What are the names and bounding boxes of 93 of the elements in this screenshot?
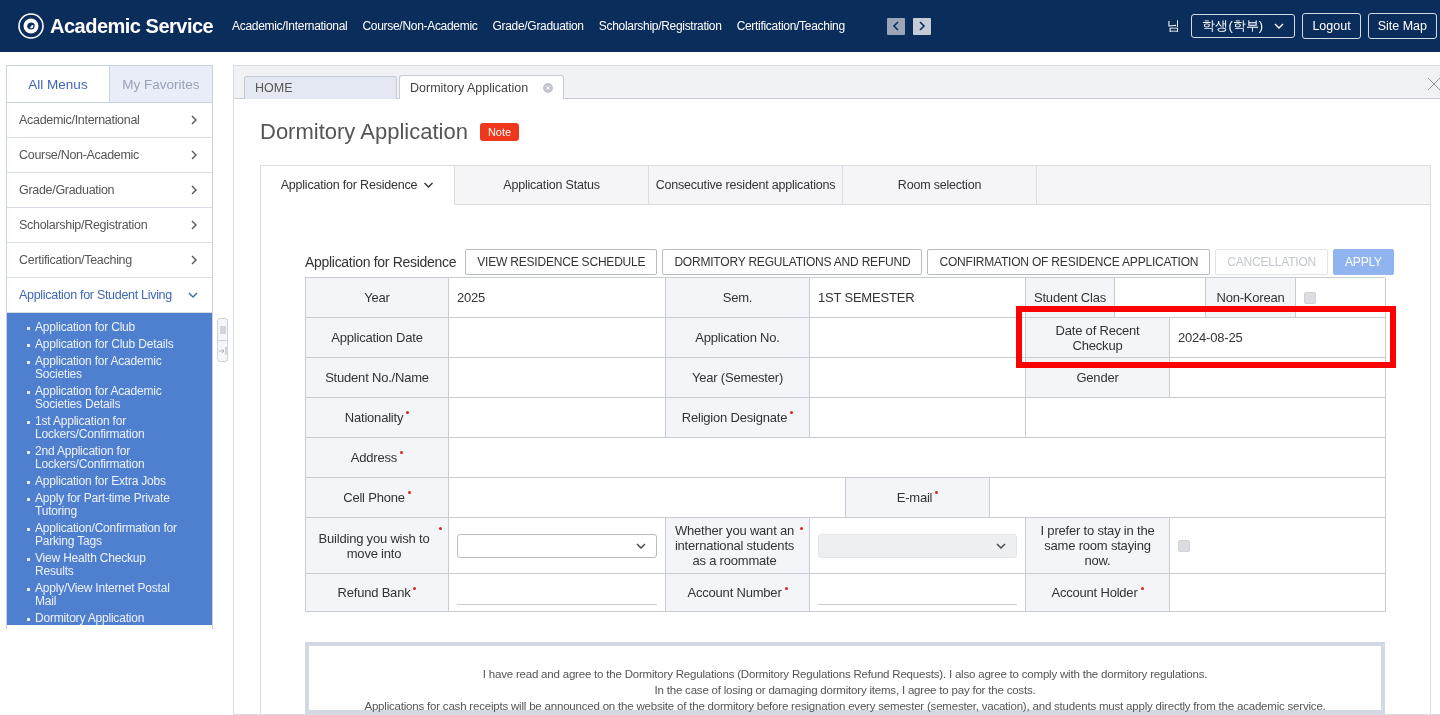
- bullet-icon: [27, 618, 30, 621]
- bullet-icon: [27, 361, 30, 364]
- sidebar-item[interactable]: Academic/International: [7, 103, 212, 138]
- section-title: Application for Residence: [305, 254, 457, 270]
- sidebar-item[interactable]: Grade/Graduation: [7, 173, 212, 208]
- field-label: Year: [306, 278, 449, 318]
- role-dropdown[interactable]: 학생(학부): [1191, 14, 1296, 38]
- submenu-link[interactable]: 1st Application for Lockers/Confirmation: [35, 415, 185, 441]
- submenu-link[interactable]: Apply/View Internet Postal Mail: [35, 582, 185, 608]
- nav-link[interactable]: Certification/Teaching: [736, 19, 845, 33]
- logout-button[interactable]: Logout: [1302, 13, 1361, 39]
- chevron-down-icon: [1274, 22, 1285, 30]
- field-label: Building you wish to move into: [306, 518, 449, 574]
- previous-button[interactable]: [886, 17, 905, 35]
- bullet-icon: [27, 588, 30, 591]
- page-tab[interactable]: HOME: [244, 76, 397, 99]
- close-icon: [1428, 78, 1440, 90]
- field-value: 2025: [449, 278, 666, 318]
- field-label: Account Holder: [1026, 574, 1170, 612]
- logo-icon: [18, 13, 44, 39]
- grip-icon: [219, 325, 226, 334]
- submenu-link[interactable]: Apply for Part-time Private Tutoring: [35, 492, 185, 518]
- chevron-right-icon: [190, 150, 198, 160]
- field-label: Year (Semester): [666, 358, 810, 398]
- field-value: 1ST SEMESTER: [810, 278, 1026, 318]
- agreement-text: In the case of losing or damaging dormitory items, I agree to pay for the costs.: [653, 683, 1037, 698]
- next-button[interactable]: [912, 17, 931, 35]
- field-label: Whether you want an international students as a roommate: [666, 518, 810, 574]
- chevron-right-icon: [190, 220, 198, 230]
- field-label: Religion Designate: [666, 398, 810, 438]
- sidebar-item[interactable]: Scholarship/Registration: [7, 208, 212, 243]
- submenu-link[interactable]: Application for Academic Societies Details: [35, 385, 185, 411]
- chevron-right-icon: [917, 21, 926, 31]
- bullet-icon: [27, 558, 30, 561]
- chevron-right-icon: [190, 185, 198, 195]
- submenu-link[interactable]: Application for Extra Jobs: [35, 475, 185, 488]
- note-badge[interactable]: Note: [479, 123, 520, 141]
- field-label: Sem.: [666, 278, 810, 318]
- bullet-icon: [27, 421, 30, 424]
- bullet-icon: [27, 528, 30, 531]
- field-label: E-mail: [846, 478, 990, 518]
- section-tab[interactable]: Application Status: [455, 166, 649, 205]
- submenu-link[interactable]: View Health Checkup Results: [35, 552, 185, 578]
- submenu-link[interactable]: 2nd Application for Lockers/Confirmation: [35, 445, 185, 471]
- chevron-down-icon: [996, 541, 1006, 550]
- submenu-link[interactable]: Application/Confirmation for Parking Tags: [35, 522, 185, 548]
- bullet-icon: [27, 327, 30, 330]
- nav-link[interactable]: Course/Non-Academic: [362, 19, 478, 33]
- field-label: Account Number: [666, 574, 810, 612]
- field-label: Nationality: [306, 398, 449, 438]
- chevron-right-icon: [190, 115, 198, 125]
- field-label: Address: [306, 438, 449, 478]
- sidebar-item[interactable]: Certification/Teaching: [7, 243, 212, 278]
- field-label: Application Date: [306, 318, 449, 358]
- chevron-down-icon: [636, 541, 646, 550]
- section-tab[interactable]: Consecutive resident applications: [649, 166, 843, 205]
- submenu-link[interactable]: Application for Club: [35, 321, 185, 334]
- chevron-right-icon: [190, 255, 198, 265]
- agreement-text: Applications for cash receipts will be announced on the website of the dormitory before resignation every semester (semester, vacation), and students must apply directly from the academic service.: [363, 699, 1327, 714]
- action-button[interactable]: DORMITORY REGULATIONS AND REFUND: [662, 249, 923, 275]
- field-label: Refund Bank: [306, 574, 449, 612]
- bullet-icon: [27, 451, 30, 454]
- nav-link[interactable]: Grade/Graduation: [492, 19, 584, 33]
- agreement-text: I have read and agree to the Dormitory Regulations (Dormitory Regulations Refund Requests). I also agree to comply with the dormitory regulations.: [481, 667, 1209, 682]
- nav-link[interactable]: Academic/International: [232, 19, 348, 33]
- page-title: Dormitory Application: [260, 119, 468, 145]
- bullet-icon: [27, 344, 30, 347]
- chevron-left-icon: [891, 21, 900, 31]
- section-tab[interactable]: Application for Residence: [261, 166, 455, 205]
- submenu-link[interactable]: Application for Club Details: [35, 338, 185, 351]
- field-label: Cell Phone: [306, 478, 449, 518]
- field-label: Student No./Name: [306, 358, 449, 398]
- arrow-to-line-icon: [218, 347, 227, 355]
- bullet-icon: [27, 498, 30, 501]
- user-suffix: 님: [1167, 17, 1181, 35]
- dropdown[interactable]: [457, 533, 657, 558]
- action-button[interactable]: VIEW RESIDENCE SCHEDULE: [465, 249, 658, 275]
- bullet-icon: [27, 481, 30, 484]
- page-tab[interactable]: Dormitory Application: [399, 75, 564, 99]
- nav-link[interactable]: Scholarship/Registration: [598, 19, 722, 33]
- section-tab[interactable]: Room selection: [843, 166, 1037, 205]
- submenu-link[interactable]: Dormitory Application: [35, 612, 185, 625]
- sidebar-item[interactable]: Course/Non-Academic: [7, 138, 212, 173]
- chevron-down-icon: [188, 291, 198, 299]
- site-map-button[interactable]: Site Map: [1367, 13, 1437, 39]
- field-label: Application No.: [666, 318, 810, 358]
- bullet-icon: [27, 391, 30, 394]
- field-label: Date of Recent Checkup: [1026, 318, 1170, 358]
- action-button[interactable]: CONFIRMATION OF RESIDENCE APPLICATION: [927, 249, 1211, 275]
- field-value: 2024-08-25: [1170, 318, 1386, 358]
- field-label: I prefer to stay in the same room staying now.: [1026, 518, 1170, 574]
- submenu-link[interactable]: Application for Academic Societies: [35, 355, 185, 381]
- app-title: Academic Service: [50, 14, 214, 38]
